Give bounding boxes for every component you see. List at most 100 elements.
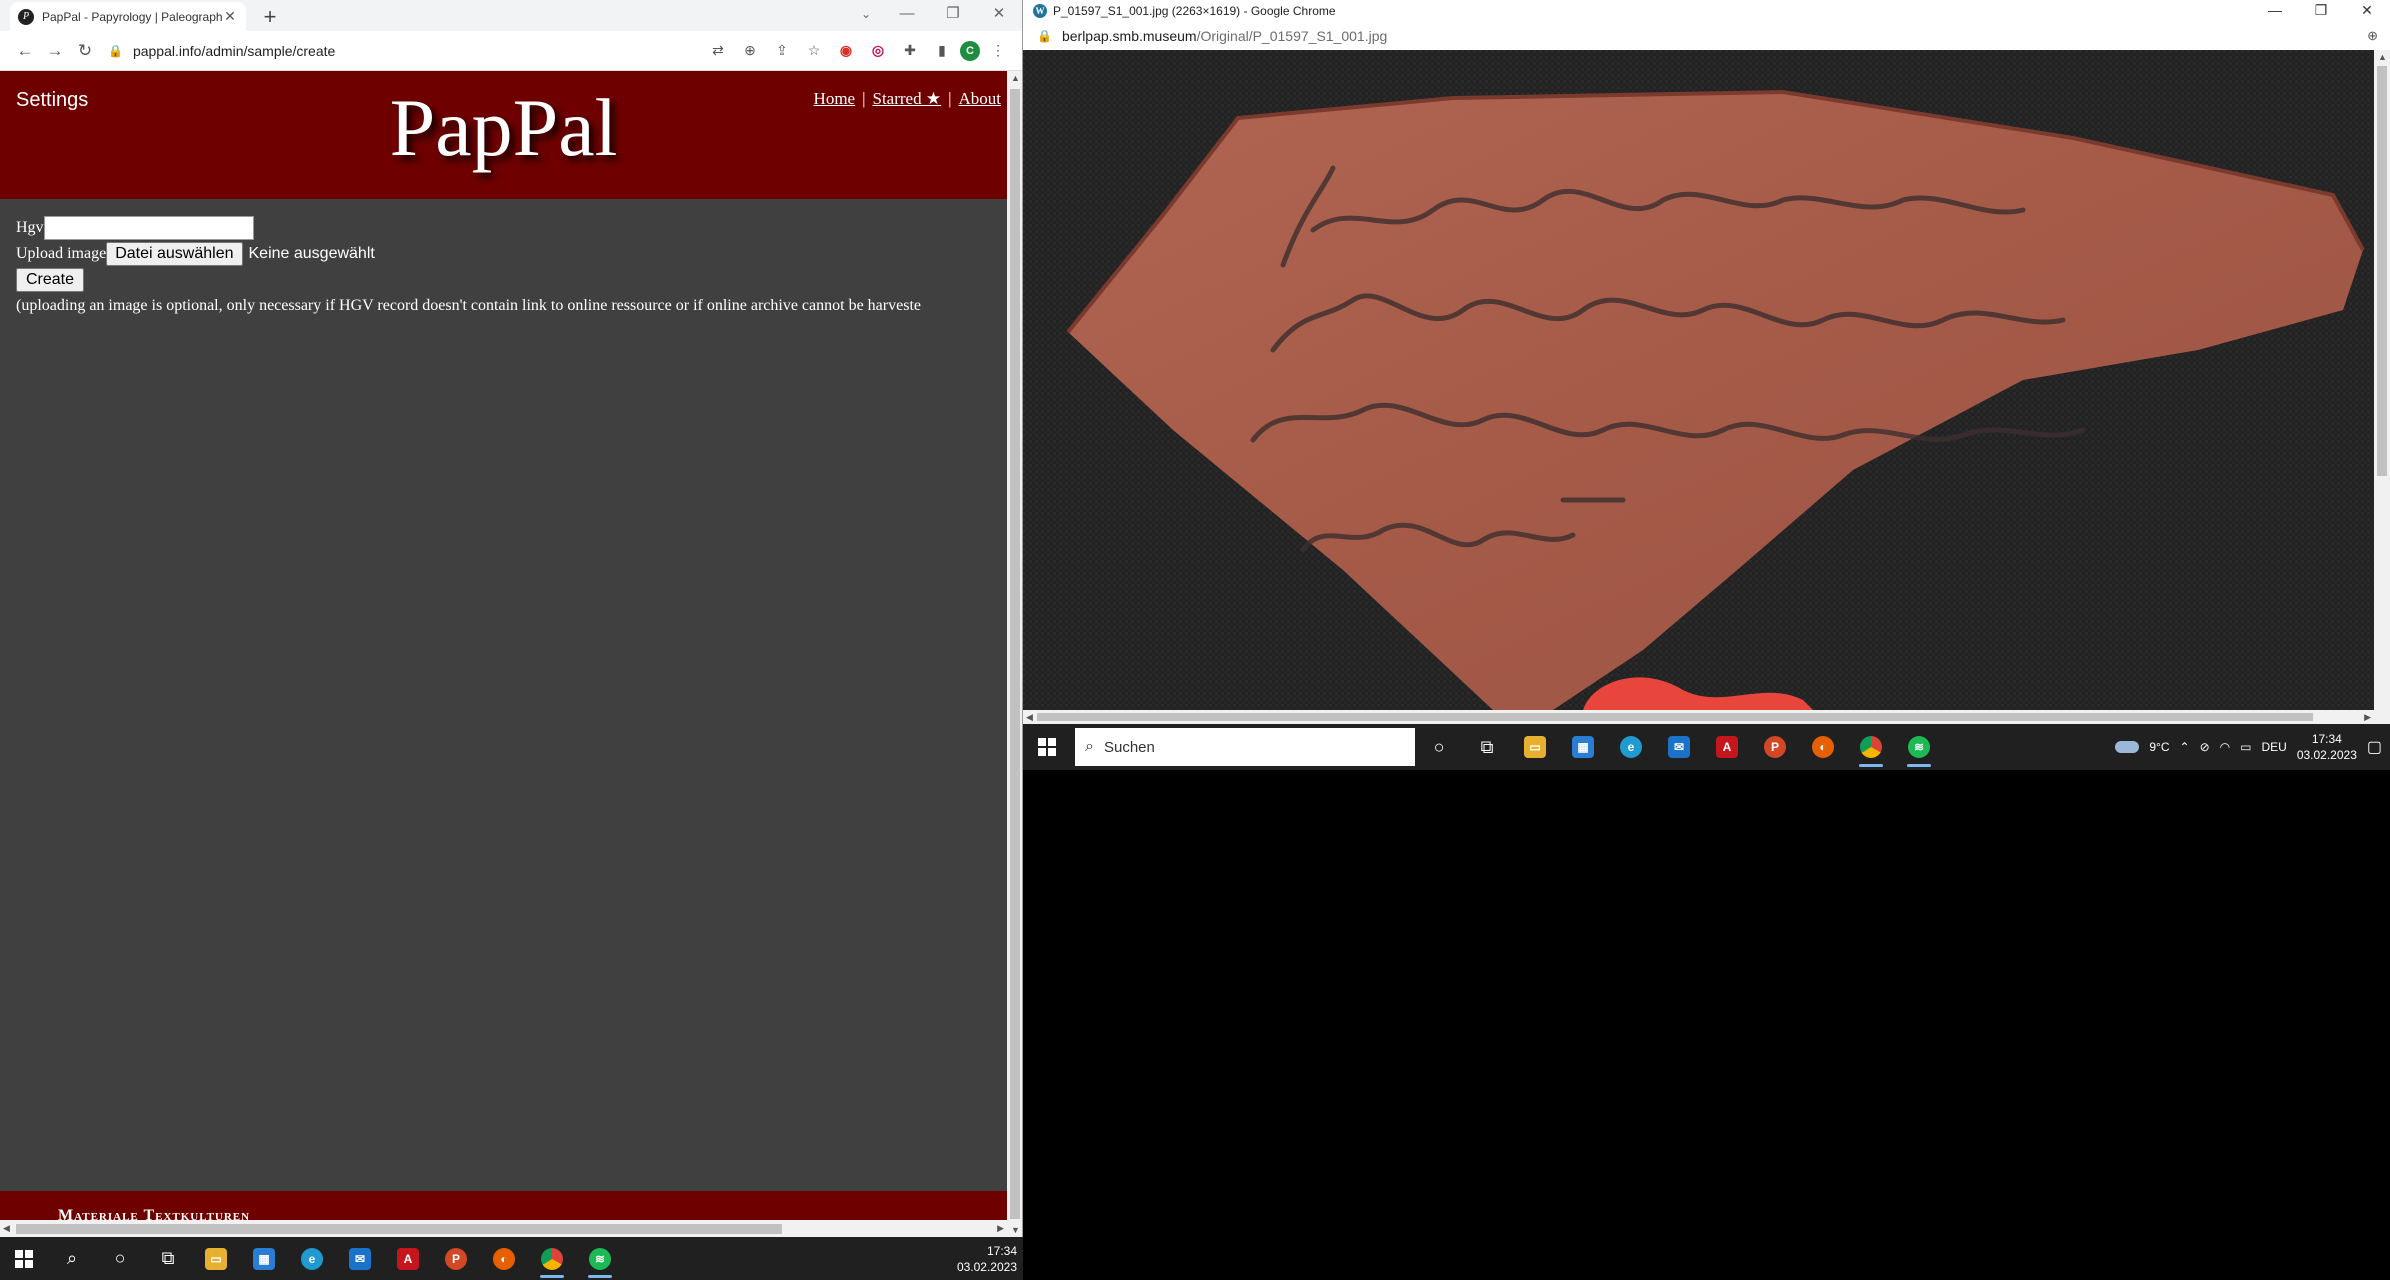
right-restore-icon[interactable]: ❐	[2298, 0, 2344, 20]
cortana-button[interactable]: ○	[96, 1237, 144, 1280]
right-taskbar-explorer[interactable]: ▭	[1511, 726, 1559, 769]
tab-close-icon[interactable]: ✕	[222, 8, 238, 25]
cortana-circle-icon: ○	[114, 1248, 126, 1268]
taskbar-mail[interactable]: ✉	[336, 1237, 384, 1280]
task-view-icon: ⧉	[161, 1248, 175, 1268]
right-close-icon[interactable]: ✕	[2344, 0, 2390, 20]
right-task-view-button[interactable]: ⧉	[1463, 726, 1511, 769]
taskbar-left: ⌕ ○ ⧉ ▭ ▦ e ✉ A P ◐ ≋ 17:34 03.02.2023	[0, 1237, 1023, 1280]
extensions-puzzle-icon[interactable]: ✚	[896, 42, 924, 59]
right-start-button[interactable]	[1023, 726, 1071, 769]
right-taskbar-acrobat[interactable]: A	[1703, 726, 1751, 769]
lock-icon[interactable]: 🔒	[108, 44, 123, 58]
page-horizontal-scrollbar[interactable]: ◀ ▶	[0, 1220, 1007, 1237]
scroll-right-icon[interactable]: ▶	[997, 1223, 1004, 1234]
right-scroll-right-icon[interactable]: ▶	[2364, 712, 2371, 723]
taskbar-edge[interactable]: e	[288, 1237, 336, 1280]
page-vertical-scrollbar[interactable]: ▲ ▼	[1007, 71, 1022, 1237]
bookmark-star-icon[interactable]: ☆	[800, 42, 828, 59]
ostracon-image[interactable]	[1023, 50, 2374, 710]
create-sample-form: Hgv Upload image Datei auswählen Keine a…	[0, 199, 1007, 319]
hgv-input[interactable]	[43, 216, 254, 240]
taskbar-search-box[interactable]: ⌕ Suchen	[1075, 728, 1415, 766]
right-lock-icon[interactable]: 🔒	[1037, 29, 1052, 43]
tab-search-icon[interactable]: ⌄	[848, 0, 884, 31]
scroll-left-icon[interactable]: ◀	[3, 1223, 10, 1234]
right-taskbar-store[interactable]: ▦	[1559, 726, 1607, 769]
upload-label: Upload image	[16, 245, 107, 262]
address-bar[interactable]: 🔒 pappal.info/admin/sample/create	[108, 36, 696, 66]
wifi-icon[interactable]: ◠	[2220, 740, 2230, 754]
right-zoom-icon[interactable]: ⊕	[2367, 28, 2378, 44]
taskbar-chrome[interactable]	[528, 1237, 576, 1280]
minimize-icon[interactable]: —	[884, 0, 930, 31]
clock-right[interactable]: 17:34 03.02.2023	[2297, 731, 2357, 763]
extension-pink-icon[interactable]: ◎	[864, 42, 892, 59]
right-file-explorer-icon: ▭	[1524, 736, 1546, 758]
vertical-scroll-thumb[interactable]	[1010, 89, 1020, 1219]
tray-chevron-icon[interactable]: ⌃	[2180, 740, 2190, 754]
right-taskbar-edge[interactable]: e	[1607, 726, 1655, 769]
weather-temp[interactable]: 9°C	[2149, 740, 2169, 754]
search-button[interactable]: ⌕	[48, 1237, 96, 1280]
right-taskbar-chrome[interactable]	[1847, 726, 1895, 769]
scroll-up-icon[interactable]: ▲	[1011, 73, 1020, 83]
create-button[interactable]: Create	[16, 268, 85, 292]
right-vertical-scrollbar[interactable]: ▲	[2374, 50, 2390, 724]
nav-starred-link[interactable]: Starred ★	[873, 89, 942, 108]
network-off-icon[interactable]: ⊘	[2200, 740, 2210, 754]
task-view-button[interactable]: ⧉	[144, 1237, 192, 1280]
extension-red-icon[interactable]: ◉	[832, 42, 860, 59]
right-scroll-left-icon[interactable]: ◀	[1026, 712, 1033, 723]
right-taskbar-powerpoint[interactable]: P	[1751, 726, 1799, 769]
scroll-down-icon[interactable]: ▼	[1011, 1225, 1020, 1235]
taskbar-store[interactable]: ▦	[240, 1237, 288, 1280]
right-store-icon: ▦	[1572, 736, 1594, 758]
right-taskbar-firefox[interactable]: ◐	[1799, 726, 1847, 769]
zoom-icon[interactable]: ⊕	[736, 42, 764, 59]
menu-kebab-icon[interactable]: ⋮	[984, 42, 1012, 59]
forward-icon[interactable]: →	[40, 41, 70, 61]
right-address-bar[interactable]: 🔒 berlpap.smb.museum/Original/P_01597_S1…	[1023, 22, 2390, 50]
start-button[interactable]	[0, 1237, 48, 1280]
restore-icon[interactable]: ❐	[930, 0, 976, 31]
weather-cloud-icon[interactable]	[2115, 741, 2140, 753]
side-panel-icon[interactable]: ▮	[928, 42, 956, 59]
taskbar-acrobat[interactable]: A	[384, 1237, 432, 1280]
right-minimize-icon[interactable]: —	[2252, 0, 2298, 20]
footer-text: Materiale Textkulturen	[58, 1207, 251, 1220]
taskbar-firefox[interactable]: ◐	[480, 1237, 528, 1280]
choose-file-button[interactable]: Datei auswählen	[106, 242, 243, 266]
nav-home-link[interactable]: Home	[814, 89, 856, 108]
right-scroll-up-icon[interactable]: ▲	[2378, 52, 2387, 62]
right-address-path: /Original/P_01597_S1_001.jpg	[1196, 28, 1388, 44]
clock-left[interactable]: 17:34 03.02.2023	[957, 1243, 1023, 1275]
new-tab-icon[interactable]: +	[258, 4, 282, 30]
right-vertical-scroll-thumb[interactable]	[2377, 66, 2387, 476]
taskbar-powerpoint[interactable]: P	[432, 1237, 480, 1280]
notification-icon[interactable]: ▢	[2367, 737, 2382, 757]
spotify-icon: ≋	[589, 1247, 611, 1270]
profile-avatar[interactable]: C	[960, 40, 980, 61]
right-horizontal-scroll-thumb[interactable]	[1037, 713, 2313, 721]
search-icon: ⌕	[66, 1248, 78, 1268]
horizontal-scroll-thumb[interactable]	[16, 1224, 782, 1234]
close-window-icon[interactable]: ✕	[976, 0, 1022, 31]
taskbar-explorer[interactable]: ▭	[192, 1237, 240, 1280]
back-icon[interactable]: ←	[10, 41, 40, 61]
taskbar-spotify[interactable]: ≋	[576, 1237, 624, 1280]
reload-icon[interactable]: ↻	[70, 41, 100, 61]
nav-about-link[interactable]: About	[959, 89, 1002, 108]
upload-note: (uploading an image is optional, only ne…	[16, 297, 921, 314]
right-horizontal-scrollbar[interactable]: ◀ ▶	[1023, 710, 2374, 724]
tab-pappal[interactable]: P PapPal - Papyrology | Paleograph ✕	[10, 2, 246, 31]
share-icon[interactable]: ⇪	[768, 42, 796, 59]
language-indicator[interactable]: DEU	[2261, 740, 2286, 754]
right-mail-icon: ✉	[1668, 736, 1690, 758]
right-taskbar-mail[interactable]: ✉	[1655, 726, 1703, 769]
right-cortana-button[interactable]: ○	[1415, 726, 1463, 769]
translate-icon[interactable]: ⇄	[704, 42, 732, 59]
right-taskbar-spotify[interactable]: ≋	[1895, 726, 1943, 769]
battery-icon[interactable]: ▭	[2240, 740, 2251, 754]
edge-icon: e	[301, 1247, 323, 1270]
